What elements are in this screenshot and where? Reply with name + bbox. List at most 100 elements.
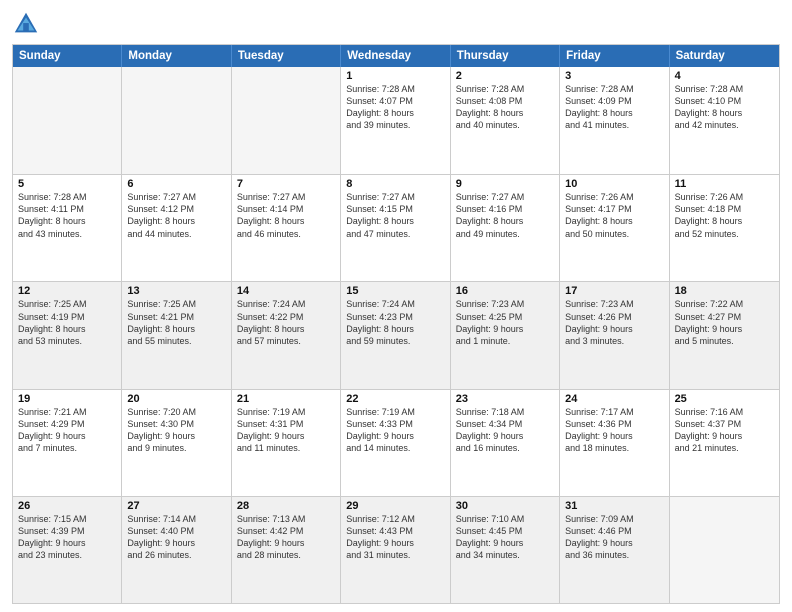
- cal-cell-3-3: 22Sunrise: 7:19 AM Sunset: 4:33 PM Dayli…: [341, 390, 450, 496]
- calendar-body: 1Sunrise: 7:28 AM Sunset: 4:07 PM Daylig…: [13, 67, 779, 603]
- day-number: 8: [346, 178, 444, 190]
- day-number: 10: [565, 178, 663, 190]
- cell-info: Sunrise: 7:27 AM Sunset: 4:15 PM Dayligh…: [346, 191, 444, 240]
- cell-info: Sunrise: 7:27 AM Sunset: 4:14 PM Dayligh…: [237, 191, 335, 240]
- cal-cell-0-2: [232, 67, 341, 174]
- cell-info: Sunrise: 7:14 AM Sunset: 4:40 PM Dayligh…: [127, 513, 225, 562]
- cal-cell-2-4: 16Sunrise: 7:23 AM Sunset: 4:25 PM Dayli…: [451, 282, 560, 388]
- day-number: 28: [237, 500, 335, 512]
- cal-cell-0-6: 4Sunrise: 7:28 AM Sunset: 4:10 PM Daylig…: [670, 67, 779, 174]
- cal-cell-0-0: [13, 67, 122, 174]
- cal-cell-0-5: 3Sunrise: 7:28 AM Sunset: 4:09 PM Daylig…: [560, 67, 669, 174]
- cal-cell-3-1: 20Sunrise: 7:20 AM Sunset: 4:30 PM Dayli…: [122, 390, 231, 496]
- calendar-row-0: 1Sunrise: 7:28 AM Sunset: 4:07 PM Daylig…: [13, 67, 779, 174]
- day-number: 18: [675, 285, 774, 297]
- cell-info: Sunrise: 7:19 AM Sunset: 4:33 PM Dayligh…: [346, 406, 444, 455]
- cell-info: Sunrise: 7:24 AM Sunset: 4:23 PM Dayligh…: [346, 298, 444, 347]
- cal-cell-2-3: 15Sunrise: 7:24 AM Sunset: 4:23 PM Dayli…: [341, 282, 450, 388]
- cal-cell-3-4: 23Sunrise: 7:18 AM Sunset: 4:34 PM Dayli…: [451, 390, 560, 496]
- logo-icon: [12, 10, 40, 38]
- day-number: 25: [675, 393, 774, 405]
- cell-info: Sunrise: 7:22 AM Sunset: 4:27 PM Dayligh…: [675, 298, 774, 347]
- day-number: 7: [237, 178, 335, 190]
- cal-cell-4-1: 27Sunrise: 7:14 AM Sunset: 4:40 PM Dayli…: [122, 497, 231, 603]
- cal-cell-1-5: 10Sunrise: 7:26 AM Sunset: 4:17 PM Dayli…: [560, 175, 669, 281]
- cell-info: Sunrise: 7:20 AM Sunset: 4:30 PM Dayligh…: [127, 406, 225, 455]
- day-number: 6: [127, 178, 225, 190]
- cell-info: Sunrise: 7:23 AM Sunset: 4:25 PM Dayligh…: [456, 298, 554, 347]
- cal-cell-2-1: 13Sunrise: 7:25 AM Sunset: 4:21 PM Dayli…: [122, 282, 231, 388]
- cal-cell-3-2: 21Sunrise: 7:19 AM Sunset: 4:31 PM Dayli…: [232, 390, 341, 496]
- cal-cell-2-2: 14Sunrise: 7:24 AM Sunset: 4:22 PM Dayli…: [232, 282, 341, 388]
- calendar-row-1: 5Sunrise: 7:28 AM Sunset: 4:11 PM Daylig…: [13, 174, 779, 281]
- weekday-header-saturday: Saturday: [670, 45, 779, 67]
- day-number: 1: [346, 70, 444, 82]
- cal-cell-0-3: 1Sunrise: 7:28 AM Sunset: 4:07 PM Daylig…: [341, 67, 450, 174]
- weekday-header-thursday: Thursday: [451, 45, 560, 67]
- cell-info: Sunrise: 7:26 AM Sunset: 4:18 PM Dayligh…: [675, 191, 774, 240]
- page: SundayMondayTuesdayWednesdayThursdayFrid…: [0, 0, 792, 612]
- day-number: 27: [127, 500, 225, 512]
- day-number: 23: [456, 393, 554, 405]
- cell-info: Sunrise: 7:27 AM Sunset: 4:16 PM Dayligh…: [456, 191, 554, 240]
- cal-cell-3-5: 24Sunrise: 7:17 AM Sunset: 4:36 PM Dayli…: [560, 390, 669, 496]
- day-number: 26: [18, 500, 116, 512]
- cal-cell-4-3: 29Sunrise: 7:12 AM Sunset: 4:43 PM Dayli…: [341, 497, 450, 603]
- cal-cell-0-1: [122, 67, 231, 174]
- cell-info: Sunrise: 7:10 AM Sunset: 4:45 PM Dayligh…: [456, 513, 554, 562]
- cell-info: Sunrise: 7:25 AM Sunset: 4:21 PM Dayligh…: [127, 298, 225, 347]
- cal-cell-1-6: 11Sunrise: 7:26 AM Sunset: 4:18 PM Dayli…: [670, 175, 779, 281]
- logo: [12, 10, 44, 38]
- cal-cell-1-0: 5Sunrise: 7:28 AM Sunset: 4:11 PM Daylig…: [13, 175, 122, 281]
- day-number: 22: [346, 393, 444, 405]
- day-number: 11: [675, 178, 774, 190]
- weekday-header-friday: Friday: [560, 45, 669, 67]
- cell-info: Sunrise: 7:28 AM Sunset: 4:09 PM Dayligh…: [565, 83, 663, 132]
- cell-info: Sunrise: 7:26 AM Sunset: 4:17 PM Dayligh…: [565, 191, 663, 240]
- weekday-header-monday: Monday: [122, 45, 231, 67]
- weekday-header-wednesday: Wednesday: [341, 45, 450, 67]
- day-number: 17: [565, 285, 663, 297]
- cal-cell-2-0: 12Sunrise: 7:25 AM Sunset: 4:19 PM Dayli…: [13, 282, 122, 388]
- cell-info: Sunrise: 7:27 AM Sunset: 4:12 PM Dayligh…: [127, 191, 225, 240]
- calendar-row-2: 12Sunrise: 7:25 AM Sunset: 4:19 PM Dayli…: [13, 281, 779, 388]
- day-number: 3: [565, 70, 663, 82]
- calendar: SundayMondayTuesdayWednesdayThursdayFrid…: [12, 44, 780, 604]
- cell-info: Sunrise: 7:18 AM Sunset: 4:34 PM Dayligh…: [456, 406, 554, 455]
- day-number: 13: [127, 285, 225, 297]
- day-number: 21: [237, 393, 335, 405]
- cell-info: Sunrise: 7:16 AM Sunset: 4:37 PM Dayligh…: [675, 406, 774, 455]
- day-number: 2: [456, 70, 554, 82]
- cell-info: Sunrise: 7:28 AM Sunset: 4:08 PM Dayligh…: [456, 83, 554, 132]
- cell-info: Sunrise: 7:12 AM Sunset: 4:43 PM Dayligh…: [346, 513, 444, 562]
- cal-cell-1-3: 8Sunrise: 7:27 AM Sunset: 4:15 PM Daylig…: [341, 175, 450, 281]
- cal-cell-4-6: [670, 497, 779, 603]
- calendar-row-3: 19Sunrise: 7:21 AM Sunset: 4:29 PM Dayli…: [13, 389, 779, 496]
- cell-info: Sunrise: 7:19 AM Sunset: 4:31 PM Dayligh…: [237, 406, 335, 455]
- cal-cell-4-2: 28Sunrise: 7:13 AM Sunset: 4:42 PM Dayli…: [232, 497, 341, 603]
- cell-info: Sunrise: 7:13 AM Sunset: 4:42 PM Dayligh…: [237, 513, 335, 562]
- cell-info: Sunrise: 7:21 AM Sunset: 4:29 PM Dayligh…: [18, 406, 116, 455]
- cell-info: Sunrise: 7:25 AM Sunset: 4:19 PM Dayligh…: [18, 298, 116, 347]
- cal-cell-0-4: 2Sunrise: 7:28 AM Sunset: 4:08 PM Daylig…: [451, 67, 560, 174]
- day-number: 9: [456, 178, 554, 190]
- cal-cell-1-2: 7Sunrise: 7:27 AM Sunset: 4:14 PM Daylig…: [232, 175, 341, 281]
- cell-info: Sunrise: 7:24 AM Sunset: 4:22 PM Dayligh…: [237, 298, 335, 347]
- cell-info: Sunrise: 7:28 AM Sunset: 4:10 PM Dayligh…: [675, 83, 774, 132]
- day-number: 31: [565, 500, 663, 512]
- cal-cell-3-6: 25Sunrise: 7:16 AM Sunset: 4:37 PM Dayli…: [670, 390, 779, 496]
- cal-cell-1-4: 9Sunrise: 7:27 AM Sunset: 4:16 PM Daylig…: [451, 175, 560, 281]
- day-number: 19: [18, 393, 116, 405]
- day-number: 5: [18, 178, 116, 190]
- cell-info: Sunrise: 7:09 AM Sunset: 4:46 PM Dayligh…: [565, 513, 663, 562]
- header: [12, 10, 780, 38]
- cal-cell-4-4: 30Sunrise: 7:10 AM Sunset: 4:45 PM Dayli…: [451, 497, 560, 603]
- cell-info: Sunrise: 7:23 AM Sunset: 4:26 PM Dayligh…: [565, 298, 663, 347]
- day-number: 30: [456, 500, 554, 512]
- day-number: 20: [127, 393, 225, 405]
- cal-cell-3-0: 19Sunrise: 7:21 AM Sunset: 4:29 PM Dayli…: [13, 390, 122, 496]
- calendar-row-4: 26Sunrise: 7:15 AM Sunset: 4:39 PM Dayli…: [13, 496, 779, 603]
- calendar-header: SundayMondayTuesdayWednesdayThursdayFrid…: [13, 45, 779, 67]
- day-number: 14: [237, 285, 335, 297]
- cal-cell-1-1: 6Sunrise: 7:27 AM Sunset: 4:12 PM Daylig…: [122, 175, 231, 281]
